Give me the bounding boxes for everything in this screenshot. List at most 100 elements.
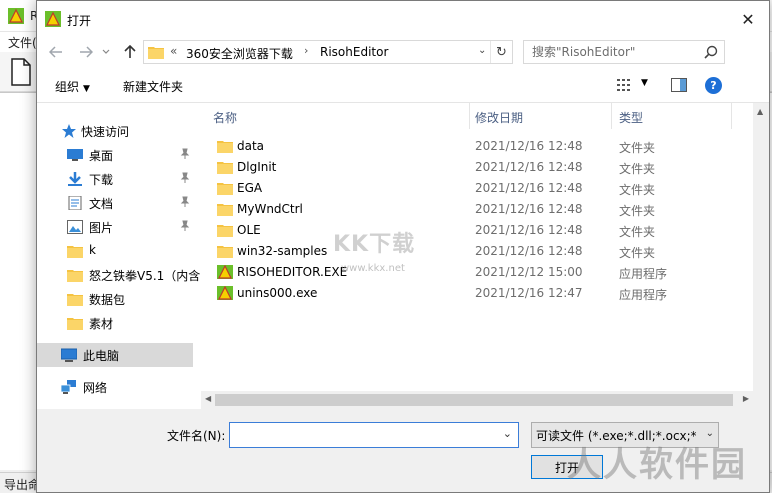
file-row-unins000-exe[interactable]: unins000.exe 2021/12/16 12:47 应用程序 (201, 283, 753, 304)
filename-combobox[interactable]: ⌄ (229, 422, 519, 448)
column-header-name[interactable]: ^ 名称 (201, 103, 471, 129)
back-button[interactable] (45, 41, 67, 63)
file-row-dlginit[interactable]: DlgInit 2021/12/16 12:48 文件夹 (201, 157, 753, 178)
scroll-left-arrow[interactable]: ◀ (205, 394, 211, 403)
file-date: 2021/12/16 12:48 (475, 202, 583, 216)
kk-watermark-url: www.kkx.net (341, 263, 405, 274)
nav-item-quick-access[interactable]: 快速访问 (37, 119, 201, 143)
forward-button[interactable] (75, 41, 97, 63)
dialog-close-button[interactable]: ✕ (733, 5, 763, 33)
risoh-app-icon (45, 11, 61, 27)
file-date: 2021/12/16 12:48 (475, 244, 583, 258)
folder-icon (148, 47, 164, 59)
view-options-dropdown[interactable]: ▼ (641, 78, 648, 88)
kk-watermark: KK下载 (333, 232, 416, 257)
sort-ascending-icon: ^ (333, 103, 341, 109)
organize-label: 组织 (55, 80, 80, 94)
pin-icon[interactable] (179, 148, 191, 160)
file-row-mywndctrl[interactable]: MyWndCtrl 2021/12/16 12:48 文件夹 (201, 199, 753, 220)
risoh-app-icon (8, 8, 24, 24)
filename-dropdown-arrow[interactable]: ⌄ (503, 427, 512, 440)
nav-item-label: 快速访问 (81, 125, 130, 139)
brand-watermark: 人人软件园 (567, 445, 747, 485)
view-options-icon[interactable] (617, 78, 633, 92)
file-list: ^ 名称 修改日期 类型 data 2021/12/16 12:48 文件夹 D… (201, 103, 753, 409)
file-row-risoheditor-exe[interactable]: RISOHEDITOR.EXE 2021/12/12 15:00 应用程序 (201, 262, 753, 283)
filename-input[interactable] (234, 426, 494, 444)
column-header-date[interactable]: 修改日期 (471, 103, 613, 129)
nav-item-downloads[interactable]: 下载 (37, 167, 201, 191)
folder-icon (67, 270, 83, 282)
nav-item-desktop[interactable]: 桌面 (37, 143, 201, 167)
navigation-pane: 快速访问 桌面 下载 文档 图片 k 怒之铁拳V5.1（内含 数据包 素材 此电… (37, 103, 201, 409)
column-header-label: 修改日期 (475, 111, 524, 125)
file-date: 2021/12/12 15:00 (475, 265, 583, 279)
file-name: DlgInit (237, 160, 277, 174)
address-separator[interactable]: › (304, 44, 308, 57)
horizontal-scrollbar[interactable]: ◀ ▶ (201, 391, 753, 409)
file-type: 文件夹 (619, 246, 656, 260)
nav-item-this-pc[interactable]: 此电脑 (37, 343, 193, 367)
nav-item-label: 素材 (89, 317, 114, 331)
computer-icon (61, 348, 77, 362)
nav-item-label: 文档 (89, 197, 114, 211)
pin-icon[interactable] (179, 172, 191, 184)
nav-item-documents[interactable]: 文档 (37, 191, 201, 215)
column-header-type[interactable]: 类型 (613, 103, 733, 129)
file-name: OLE (237, 223, 261, 237)
address-bar[interactable]: « 360安全浏览器下载 › RisohEditor ⌄ ↻ (143, 40, 513, 64)
dialog-titlebar: 打开 ✕ (37, 1, 769, 37)
new-document-icon[interactable] (10, 58, 32, 86)
nav-item-label: 网络 (83, 381, 108, 395)
preview-pane-icon[interactable] (671, 78, 687, 92)
nav-item-label: 此电脑 (83, 349, 120, 363)
recent-locations-button[interactable] (99, 41, 113, 63)
nav-item-folder-k[interactable]: k (37, 239, 201, 263)
folder-icon (217, 225, 233, 237)
nav-item-folder-materials[interactable]: 素材 (37, 311, 201, 335)
pin-icon[interactable] (179, 196, 191, 208)
file-row-ole[interactable]: OLE 2021/12/16 12:48 文件夹 (201, 220, 753, 241)
new-folder-button[interactable]: 新建文件夹 (123, 78, 183, 95)
file-type: 应用程序 (619, 288, 668, 302)
file-name: unins000.exe (237, 286, 318, 300)
address-history-dropdown[interactable]: ⌄ (478, 45, 486, 56)
nav-item-label: 图片 (89, 221, 114, 235)
address-segment-downloads[interactable]: 360安全浏览器下载 (186, 45, 293, 62)
up-folder-button[interactable] (119, 41, 141, 63)
scroll-right-arrow[interactable]: ▶ (743, 394, 749, 403)
nav-item-folder-data-pack[interactable]: 数据包 (37, 287, 201, 311)
file-row-ega[interactable]: EGA 2021/12/16 12:48 文件夹 (201, 178, 753, 199)
scroll-up-arrow[interactable]: ▲ (757, 107, 763, 116)
organize-button[interactable]: 组织 ▼ (55, 78, 90, 95)
search-icon[interactable] (704, 45, 718, 59)
horizontal-scroll-thumb[interactable] (215, 394, 733, 406)
vertical-scrollbar[interactable]: ▲ (753, 103, 769, 409)
column-divider[interactable] (731, 103, 732, 129)
file-row-data[interactable]: data 2021/12/16 12:48 文件夹 (201, 136, 753, 157)
nav-item-network[interactable]: 网络 (37, 375, 201, 399)
background-menu-file[interactable]: 文件( (8, 34, 37, 51)
nav-item-label: 怒之铁拳V5.1（内含 (89, 269, 201, 283)
file-row-win32-samples[interactable]: win32-samples 2021/12/16 12:48 文件夹 (201, 241, 753, 262)
nav-item-folder-streets-of-rage[interactable]: 怒之铁拳V5.1（内含 (37, 263, 201, 287)
nav-item-label: 数据包 (89, 293, 126, 307)
chevron-down-icon (102, 49, 110, 54)
address-segment-current[interactable]: RisohEditor (320, 45, 388, 59)
help-icon[interactable]: ? (705, 77, 722, 94)
nav-item-pictures[interactable]: 图片 (37, 215, 201, 239)
folder-icon (217, 141, 233, 153)
file-type: 应用程序 (619, 267, 668, 281)
file-type: 文件夹 (619, 162, 656, 176)
search-box[interactable] (523, 40, 725, 64)
file-type: 文件夹 (619, 204, 656, 218)
column-divider[interactable] (611, 103, 612, 129)
folder-icon (217, 246, 233, 258)
refresh-button[interactable]: ↻ (490, 41, 512, 63)
file-name: MyWndCtrl (237, 202, 303, 216)
column-divider[interactable] (469, 103, 470, 129)
folder-icon (217, 204, 233, 216)
search-input[interactable] (530, 43, 696, 61)
pin-icon[interactable] (179, 220, 191, 232)
address-overflow-chevron[interactable]: « (170, 44, 177, 58)
